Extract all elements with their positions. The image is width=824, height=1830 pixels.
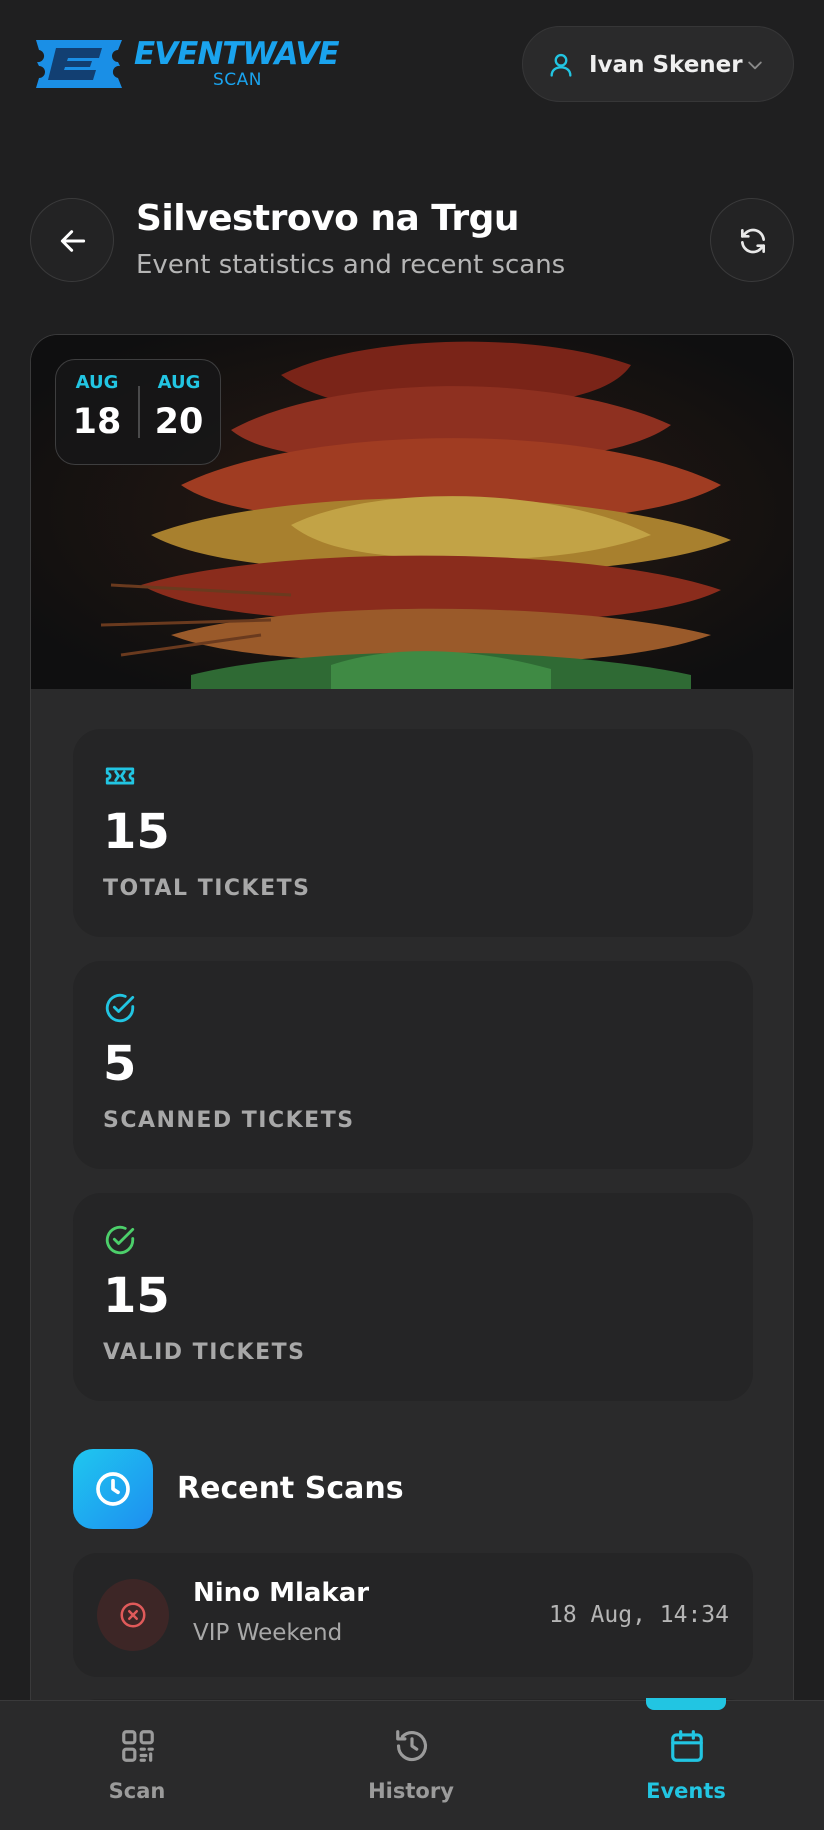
stat-label: SCANNED TICKETS — [103, 1108, 355, 1133]
event-date-range: AUG 18 AUG 20 — [55, 359, 221, 465]
event-card: AUG 18 AUG 20 15 TOTAL TICKETS 5 SCANNED… — [30, 334, 794, 1830]
brand-sub: SCAN — [213, 70, 263, 90]
end-date: AUG 20 — [138, 370, 220, 448]
nav-label: Events — [646, 1779, 726, 1803]
x-circle-icon — [120, 1602, 146, 1628]
app-logo[interactable]: EVENTWAVE SCAN — [30, 34, 350, 94]
ticket-e-logo-icon — [36, 40, 122, 88]
stat-label: VALID TICKETS — [103, 1340, 306, 1365]
recent-scan-item[interactable]: Nino Mlakar VIP Weekend 18 Aug, 14:34 — [73, 1553, 753, 1677]
end-month: AUG — [157, 372, 201, 393]
app-header: EVENTWAVE SCAN Ivan Skener — [0, 0, 824, 130]
start-date: AUG 18 — [56, 370, 138, 448]
check-circle-icon — [105, 1225, 135, 1255]
chevron-down-icon — [748, 61, 762, 70]
start-month: AUG — [75, 372, 119, 393]
stat-label: TOTAL TICKETS — [103, 876, 311, 901]
nav-label: History — [368, 1779, 454, 1803]
page-title: Silvestrovo na Trgu — [136, 198, 520, 239]
scan-attendee-name: Nino Mlakar — [193, 1578, 370, 1608]
recent-scans-header: Recent Scans — [73, 1449, 753, 1529]
stat-value: 15 — [103, 804, 170, 860]
end-day: 20 — [154, 402, 204, 442]
refresh-icon — [741, 228, 765, 254]
active-tab-indicator — [646, 1698, 726, 1710]
nav-scan[interactable]: Scan — [37, 1701, 237, 1830]
stat-scanned-tickets: 5 SCANNED TICKETS — [73, 961, 753, 1169]
user-icon — [550, 53, 572, 77]
brand-name: EVENTWAVE — [134, 36, 340, 72]
check-circle-icon — [105, 993, 135, 1023]
arrow-left-icon — [60, 230, 86, 252]
page-subtitle: Event statistics and recent scans — [136, 250, 566, 280]
history-icon — [396, 1730, 428, 1762]
scan-status-invalid — [97, 1579, 169, 1651]
start-day: 18 — [72, 402, 122, 442]
event-image: AUG 18 AUG 20 — [31, 335, 793, 689]
stat-value: 15 — [103, 1268, 170, 1324]
stat-value: 5 — [103, 1036, 137, 1092]
refresh-button[interactable] — [710, 198, 794, 282]
nav-events[interactable]: Events — [586, 1701, 786, 1830]
scan-ticket-type: VIP Weekend — [193, 1620, 343, 1646]
nav-history[interactable]: History — [311, 1701, 511, 1830]
bottom-nav: Scan History Events — [0, 1700, 824, 1830]
calendar-icon — [671, 1730, 703, 1762]
ticket-icon — [105, 767, 135, 785]
stat-total-tickets: 15 TOTAL TICKETS — [73, 729, 753, 937]
scan-timestamp: 18 Aug, 14:34 — [548, 1602, 729, 1628]
clock-icon — [96, 1472, 130, 1506]
recent-scans-title: Recent Scans — [177, 1471, 404, 1506]
nav-label: Scan — [108, 1779, 166, 1803]
user-name: Ivan Skener — [589, 52, 743, 78]
recent-scans-badge — [73, 1449, 153, 1529]
user-menu-button[interactable]: Ivan Skener — [522, 26, 794, 102]
stat-valid-tickets: 15 VALID TICKETS — [73, 1193, 753, 1401]
qr-code-icon — [122, 1730, 154, 1762]
back-button[interactable] — [30, 198, 114, 282]
